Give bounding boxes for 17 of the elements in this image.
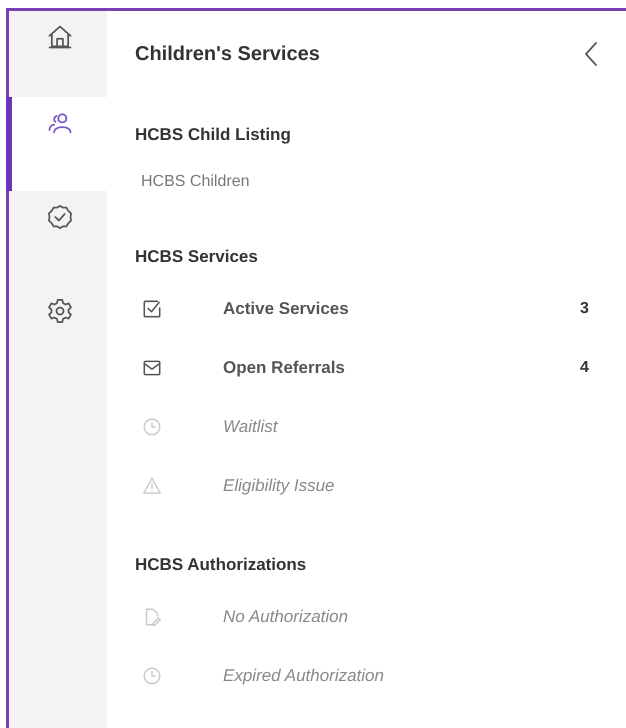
menu-item[interactable]: Active Services 3 (135, 279, 600, 338)
chevron-left-icon (584, 41, 598, 67)
clock-icon (141, 664, 163, 686)
section-heading: HCBS Child Listing (135, 124, 292, 146)
panel-title: Children's Services (135, 42, 320, 66)
warning-icon (141, 474, 163, 496)
settings-icon (46, 297, 74, 325)
section-heading: HCBS Authorizations (135, 554, 308, 576)
menu-item[interactable]: Open Referrals 4 (135, 338, 600, 397)
home-icon (46, 23, 74, 51)
nav-link[interactable]: HCBS Children (135, 157, 600, 231)
badge-check-icon (46, 203, 74, 231)
checkbox-icon (141, 298, 163, 320)
collapse-button[interactable] (582, 39, 600, 69)
section-heading: HCBS Services (135, 246, 259, 268)
rail-tab[interactable] (6, 97, 107, 191)
clock-icon (141, 416, 163, 438)
